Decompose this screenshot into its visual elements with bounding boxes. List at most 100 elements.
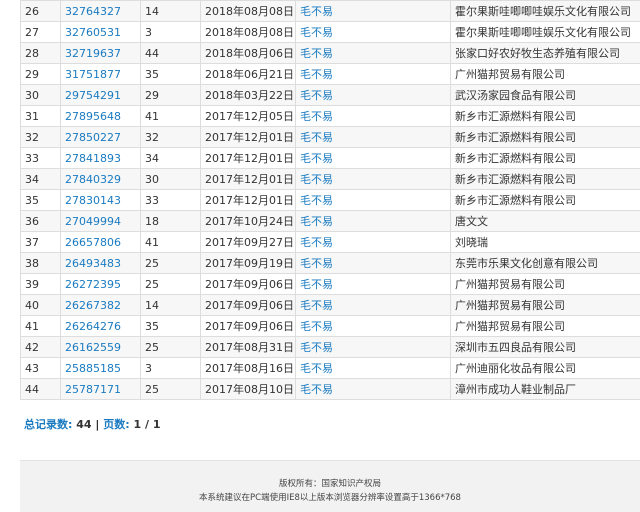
trademark-name-link[interactable]: 毛不易 — [300, 236, 333, 249]
class-number-cell: 35 — [140, 63, 201, 85]
class-number-cell: 34 — [140, 147, 201, 169]
trademark-name-link[interactable]: 毛不易 — [300, 5, 333, 18]
table-row: 41 26264276 35 2017年09月06日 毛不易 广州猫邦贸易有限公司 — [20, 315, 640, 337]
table-row: 30 29754291 29 2018年03月22日 毛不易 武汉汤家园食品有限公司 — [20, 84, 640, 106]
class-number-cell: 35 — [140, 315, 201, 337]
table-row: 35 27830143 33 2017年12月01日 毛不易 新乡市汇源燃料有限公司 — [20, 189, 640, 211]
class-number-cell: 18 — [140, 210, 201, 232]
trademark-name-link[interactable]: 毛不易 — [300, 215, 333, 228]
class-number-cell: 44 — [140, 42, 201, 64]
pagination-summary: 总记录数: 44 | 页数: 1 / 1 — [24, 416, 161, 432]
trademark-name-link[interactable]: 毛不易 — [300, 89, 333, 102]
row-index-cell: 34 — [20, 168, 61, 190]
application-date-cell: 2017年09月27日 — [200, 231, 296, 253]
row-index-cell: 38 — [20, 252, 61, 274]
registration-number-link[interactable]: 26657806 — [65, 236, 121, 249]
trademark-name-link[interactable]: 毛不易 — [300, 47, 333, 60]
applicant-name-cell: 武汉汤家园食品有限公司 — [450, 84, 640, 106]
applicant-name-cell: 新乡市汇源燃料有限公司 — [450, 168, 640, 190]
copyright-text: 版权所有：国家知识产权局 — [278, 479, 381, 489]
trademark-name-link[interactable]: 毛不易 — [300, 341, 333, 354]
trademark-name-cell: 毛不易 — [295, 378, 451, 400]
registration-number-link[interactable]: 26267382 — [65, 299, 121, 312]
trademark-name-link[interactable]: 毛不易 — [300, 110, 333, 123]
registration-number-link[interactable]: 26272395 — [65, 278, 121, 291]
registration-number-cell: 32764327 — [60, 0, 141, 22]
table-row: 43 25885185 3 2017年08月16日 毛不易 广州迪丽化妆品有限公司 — [20, 357, 640, 379]
applicant-name-cell: 新乡市汇源燃料有限公司 — [450, 105, 640, 127]
registration-number-cell: 27840329 — [60, 168, 141, 190]
registration-number-cell: 27049994 — [60, 210, 141, 232]
application-date-cell: 2017年10月24日 — [200, 210, 296, 232]
table-row: 36 27049994 18 2017年10月24日 毛不易 唐文文 — [20, 210, 640, 232]
applicant-name-cell: 霍尔果斯哇唧唧哇娱乐文化有限公司 — [450, 0, 640, 22]
trademark-name-link[interactable]: 毛不易 — [300, 320, 333, 333]
trademark-name-link[interactable]: 毛不易 — [300, 131, 333, 144]
registration-number-link[interactable]: 27840329 — [65, 173, 121, 186]
registration-number-link[interactable]: 27049994 — [65, 215, 121, 228]
page-footer: 版权所有：国家知识产权局 本系统建议在PC端使用IE8以上版本浏览器分辨率设置高… — [20, 460, 640, 512]
trademark-name-link[interactable]: 毛不易 — [300, 194, 333, 207]
table-row: 27 32760531 3 2018年08月08日 毛不易 霍尔果斯哇唧唧哇娱乐文化有限公… — [20, 21, 640, 43]
applicant-name-cell: 广州猫邦贸易有限公司 — [450, 294, 640, 316]
application-date-cell: 2018年06月21日 — [200, 63, 296, 85]
application-date-cell: 2017年12月01日 — [200, 168, 296, 190]
registration-number-link[interactable]: 32760531 — [65, 26, 121, 39]
trademark-name-cell: 毛不易 — [295, 252, 451, 274]
table-row: 33 27841893 34 2017年12月01日 毛不易 新乡市汇源燃料有限公司 — [20, 147, 640, 169]
registration-number-cell: 26272395 — [60, 273, 141, 295]
registration-number-link[interactable]: 31751877 — [65, 68, 121, 81]
registration-number-link[interactable]: 27895648 — [65, 110, 121, 123]
trademark-name-cell: 毛不易 — [295, 231, 451, 253]
applicant-name-cell: 广州猫邦贸易有限公司 — [450, 273, 640, 295]
trademark-name-cell: 毛不易 — [295, 294, 451, 316]
registration-number-link[interactable]: 27850227 — [65, 131, 121, 144]
trademark-name-cell: 毛不易 — [295, 315, 451, 337]
trademark-name-cell: 毛不易 — [295, 21, 451, 43]
trademark-name-link[interactable]: 毛不易 — [300, 26, 333, 39]
registration-number-link[interactable]: 25885185 — [65, 362, 121, 375]
application-date-cell: 2017年09月06日 — [200, 294, 296, 316]
results-table-container: 26 32764327 14 2018年08月08日 毛不易 霍尔果斯哇唧唧哇娱乐文化有限… — [20, 0, 640, 400]
registration-number-link[interactable]: 26264276 — [65, 320, 121, 333]
class-number-cell: 25 — [140, 378, 201, 400]
trademark-name-link[interactable]: 毛不易 — [300, 173, 333, 186]
registration-number-link[interactable]: 27830143 — [65, 194, 121, 207]
row-index-cell: 30 — [20, 84, 61, 106]
class-number-cell: 41 — [140, 105, 201, 127]
trademark-name-link[interactable]: 毛不易 — [300, 299, 333, 312]
row-index-cell: 41 — [20, 315, 61, 337]
trademark-name-cell: 毛不易 — [295, 147, 451, 169]
trademark-name-link[interactable]: 毛不易 — [300, 152, 333, 165]
table-row: 39 26272395 25 2017年09月06日 毛不易 广州猫邦贸易有限公司 — [20, 273, 640, 295]
class-number-cell: 14 — [140, 294, 201, 316]
application-date-cell: 2017年09月19日 — [200, 252, 296, 274]
applicant-name-cell: 深圳市五四良品有限公司 — [450, 336, 640, 358]
row-index-cell: 33 — [20, 147, 61, 169]
application-date-cell: 2017年12月01日 — [200, 189, 296, 211]
registration-number-link[interactable]: 27841893 — [65, 152, 121, 165]
trademark-name-link[interactable]: 毛不易 — [300, 278, 333, 291]
registration-number-link[interactable]: 32719637 — [65, 47, 121, 60]
registration-number-cell: 31751877 — [60, 63, 141, 85]
trademark-name-link[interactable]: 毛不易 — [300, 383, 333, 396]
trademark-name-link[interactable]: 毛不易 — [300, 68, 333, 81]
trademark-name-link[interactable]: 毛不易 — [300, 362, 333, 375]
trademark-name-link[interactable]: 毛不易 — [300, 257, 333, 270]
trademark-results-table: 26 32764327 14 2018年08月08日 毛不易 霍尔果斯哇唧唧哇娱乐文化有限… — [20, 0, 640, 400]
trademark-name-cell: 毛不易 — [295, 126, 451, 148]
class-number-cell: 30 — [140, 168, 201, 190]
registration-number-cell: 27895648 — [60, 105, 141, 127]
row-index-cell: 39 — [20, 273, 61, 295]
row-index-cell: 32 — [20, 126, 61, 148]
registration-number-link[interactable]: 29754291 — [65, 89, 121, 102]
trademark-name-cell: 毛不易 — [295, 357, 451, 379]
registration-number-link[interactable]: 26162559 — [65, 341, 121, 354]
trademark-name-cell: 毛不易 — [295, 42, 451, 64]
registration-number-link[interactable]: 25787171 — [65, 383, 121, 396]
registration-number-link[interactable]: 32764327 — [65, 5, 121, 18]
table-row: 32 27850227 32 2017年12月01日 毛不易 新乡市汇源燃料有限公司 — [20, 126, 640, 148]
registration-number-link[interactable]: 26493483 — [65, 257, 121, 270]
applicant-name-cell: 唐文文 — [450, 210, 640, 232]
applicant-name-cell: 新乡市汇源燃料有限公司 — [450, 189, 640, 211]
